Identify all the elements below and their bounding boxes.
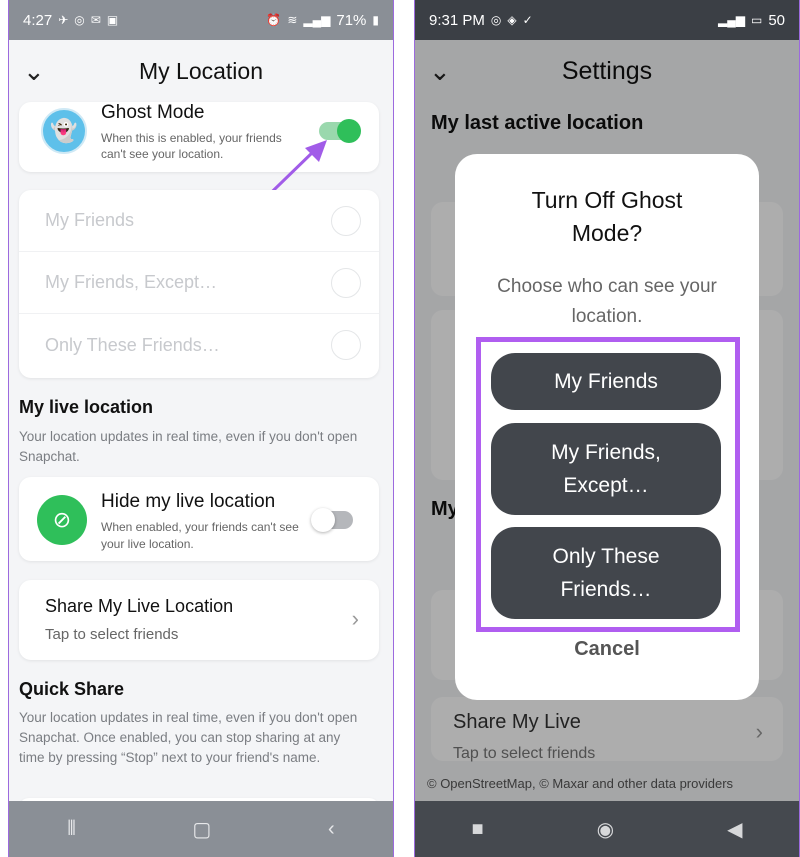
chevron-down-icon[interactable]: ⌄ [23,56,45,87]
recents-icon[interactable]: ⫴ [67,818,75,841]
status-bar: 4:27 ✈ ◎ ✉ ▣ ⏰ ≋ ▂▄▆ 71% ▮ [9,0,393,40]
battery-level: 50 [768,11,785,29]
signal-icon: ▂▄▆ [718,13,745,27]
option-only-these-friends[interactable]: Only These Friends… [19,314,379,376]
gmail-icon: ✉ [90,13,101,27]
dialog-title: Turn Off Ghost Mode? [531,187,683,246]
hide-live-location-toggle[interactable] [311,508,353,532]
home-icon[interactable]: ▢ [192,817,211,842]
page-header: ⌄ My Location [9,40,393,102]
battery-icon: ▭ [750,13,763,27]
whatsapp-icon: ◎ [490,13,502,27]
share-live-location-title: Share My Live Location [45,596,234,616]
option-label: My Friends [45,210,135,230]
option-my-friends-except[interactable]: My Friends, Except… [19,252,379,314]
signal-icon: ▂▄▆ [303,13,331,27]
cancel-button[interactable]: Cancel [455,638,759,661]
radio-button[interactable] [331,330,361,360]
hide-live-location-title: Hide my live location [101,491,276,512]
alarm-icon: ⏰ [266,13,282,27]
live-location-title: My live location [19,397,154,417]
dialog-desc: Choose who can see your location. [497,276,717,327]
ghost-mode-title: Ghost Mode [101,102,205,123]
battery-level: 71% [336,11,367,29]
left-screenshot: 4:27 ✈ ◎ ✉ ▣ ⏰ ≋ ▂▄▆ 71% ▮ ⌄ My Location… [8,0,394,857]
live-location-desc: Your location updates in real time, even… [19,429,358,464]
home-icon[interactable]: ◉ [597,817,614,842]
my-friends-except-button[interactable]: My Friends, Except… [491,423,721,515]
status-time: 9:31 PM [429,11,485,29]
option-label: Only These Friends… [45,334,220,355]
my-friends-button[interactable]: My Friends [491,353,721,410]
ghost-icon: 👻 [41,108,87,154]
option-my-friends[interactable]: My Friends [19,190,379,252]
telegram-icon: ✈ [58,13,69,27]
hide-live-location-card: ⊘ Hide my live location When enabled, yo… [19,477,379,561]
wifi-icon: ≋ [287,13,298,27]
share-live-location-sub: Tap to select friends [45,626,179,643]
visibility-options-card: My Friends My Friends, Except… Only Thes… [19,190,379,378]
back-icon[interactable]: ◀ [727,817,742,842]
only-these-friends-button[interactable]: Only These Friends… [491,527,721,619]
option-label: My Friends, Except… [45,272,218,292]
status-time: 4:27 [23,11,53,29]
radio-button[interactable] [331,205,361,236]
hide-live-location-desc: When enabled, your friends can't see you… [101,520,299,551]
status-bar: 9:31 PM ◎ ◈ ✓ ▂▄▆ ▭ 50 [415,0,799,40]
quick-share-desc: Your location updates in real time, even… [19,710,358,765]
battery-icon: ▮ [372,13,379,27]
location-pin-icon: ⊘ [37,495,87,545]
whatsapp-icon: ◎ [74,13,85,27]
check-icon: ✓ [522,13,533,27]
recents-icon[interactable]: ■ [472,818,484,841]
quick-share-title: Quick Share [19,679,125,699]
app-icon: ◈ [507,13,517,27]
page-title: My Location [138,57,263,84]
right-screenshot: 9:31 PM ◎ ◈ ✓ ▂▄▆ ▭ 50 ⌄ Settings My las… [414,0,800,857]
ghost-mode-dialog: Turn Off Ghost Mode? Choose who can see … [455,154,759,700]
radio-button[interactable] [331,267,361,298]
back-icon[interactable]: ‹ [328,818,335,841]
chevron-right-icon: › [351,606,359,631]
system-nav-bar: ⫴ ▢ ‹ [9,801,393,857]
gallery-icon: ▣ [106,13,119,27]
system-nav-bar: ■ ◉ ◀ [415,801,799,857]
share-live-location-card[interactable]: Share My Live Location Tap to select fri… [19,580,379,660]
